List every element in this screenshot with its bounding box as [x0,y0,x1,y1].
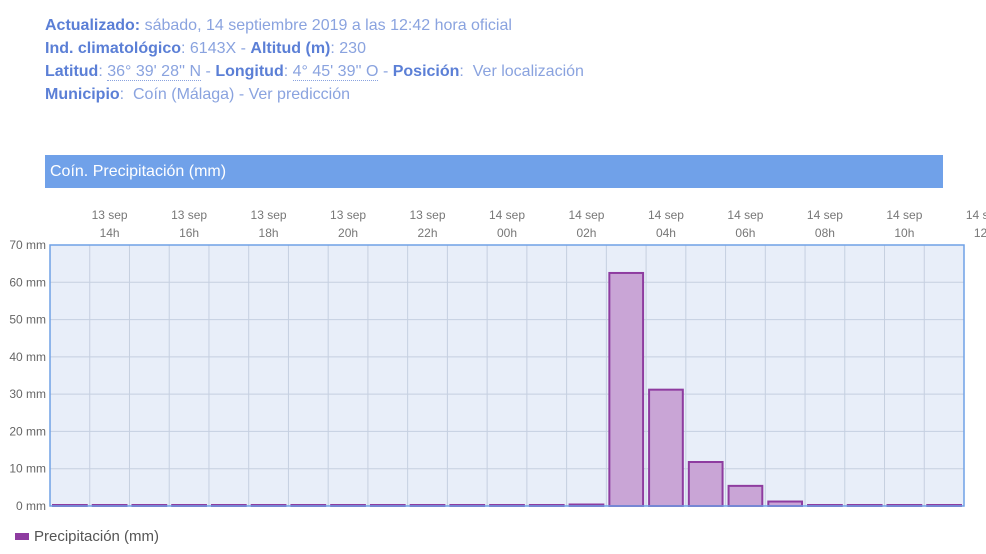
ind-label: Ind. climatológico [45,40,182,57]
y-tick-label: 30 mm [9,387,46,401]
x-tick-date: 13 sep [330,208,366,222]
latitude-label: Latitud [45,63,99,80]
x-tick-hour: 12h [974,226,986,240]
coords-row: Latitud: 36° 39' 28'' N - Longitud: 4° 4… [45,60,584,83]
plot-background [50,245,964,506]
x-tick-date: 13 sep [171,208,207,222]
precip-bar [648,388,684,507]
longitude-value: 4° 45' 39'' O [292,63,379,81]
forecast-link[interactable]: Ver predicción [249,86,350,103]
updated-label: Actualizado: [45,17,141,34]
ind-value: : 6143X - [181,40,246,57]
y-tick-label: 50 mm [9,313,46,327]
municipio-sep: : [119,86,125,103]
x-tick-date: 14 sep [568,208,604,222]
updated-value: sábado, 14 septiembre 2019 a las 12:42 h… [144,17,512,34]
chart-legend[interactable]: Precipitación (mm) [15,528,159,545]
longitude-sep: : [283,63,289,80]
chart-title: Coín. Precipitación (mm) [45,155,943,188]
x-tick-date: 14 sep [886,208,922,222]
altitude-label: Altitud (m) [250,40,331,57]
precipitation-chart: 0 mm 10 mm 20 mm 30 mm 40 mm 50 mm 60 mm 70 mm 1… [9,208,986,513]
station-info: Actualizado: sábado, 14 septiembre 2019 … [45,14,584,106]
precip-bar [727,484,764,508]
latitude-sep: : [98,63,103,80]
y-tick-label: 20 mm [9,424,46,438]
precip-bar [608,271,645,508]
precip-bar [687,461,724,508]
position-label: Posición [392,63,460,80]
municipio-value: Coín (Málaga) - [133,86,249,103]
x-tick-hour: 00h [497,226,517,240]
y-tick-label: 10 mm [9,462,46,476]
x-tick-date: 14 sep [727,208,763,222]
x-tick-date: 13 sep [92,208,128,222]
y-tick-label: 60 mm [9,275,46,289]
municipio-label: Municipio [45,86,120,103]
x-tick-hour: 22h [418,226,438,240]
x-tick-hour: 08h [815,226,835,240]
y-tick-label: 0 mm [16,499,46,513]
updated-row: Actualizado: sábado, 14 septiembre 2019 … [45,14,584,37]
x-tick-hour: 14h [100,226,120,240]
x-tick-date: 14 sep [807,208,843,222]
location-link[interactable]: Ver localización [473,63,584,80]
legend-swatch [15,533,29,540]
x-tick-hour: 02h [576,226,596,240]
x-tick-date: 13 sep [410,208,446,222]
x-tick-date: 13 sep [251,208,287,222]
x-tick-hour: 16h [179,226,199,240]
y-tick-label: 70 mm [9,238,46,252]
coords-dash-1: - [205,63,211,80]
x-tick-date: 14 sep [966,208,986,222]
x-tick-hour: 18h [259,226,279,240]
ind-row: Ind. climatológico: 6143X - Altitud (m):… [45,37,584,60]
x-tick-hour: 04h [656,226,676,240]
x-tick-date: 14 sep [648,208,684,222]
y-tick-label: 40 mm [9,350,46,364]
longitude-label: Longitud [215,63,284,80]
x-tick-hour: 10h [894,226,914,240]
x-tick-date: 14 sep [489,208,525,222]
latitude-value: 36° 39' 28'' N [107,63,202,81]
x-tick-hour: 06h [735,226,755,240]
municipio-row: Municipio: Coín (Málaga) - Ver predicció… [45,83,584,106]
position-sep: : [459,63,464,80]
altitude-value: : 230 [330,40,366,57]
x-tick-hour: 20h [338,226,358,240]
coords-dash-2: - [382,63,389,80]
legend-label: Precipitación (mm) [34,528,160,545]
